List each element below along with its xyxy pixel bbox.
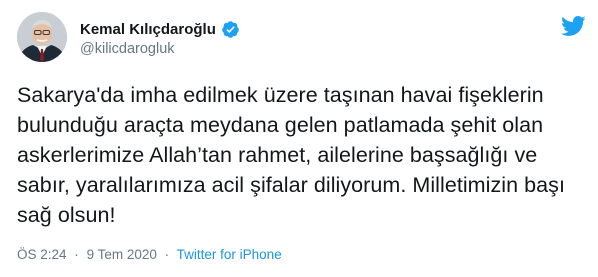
avatar[interactable] [17, 12, 67, 62]
twitter-bird-icon[interactable] [560, 15, 586, 37]
meta-separator: · [74, 247, 79, 262]
tweet-source-link[interactable]: Twitter for iPhone [177, 247, 282, 262]
tweet-card: Kemal Kılıçdaroğlu @kilicdarogluk Sakary… [0, 0, 598, 277]
tweet-date[interactable]: 9 Tem 2020 [87, 247, 157, 262]
author-info: Kemal Kılıçdaroğlu @kilicdarogluk [80, 19, 240, 57]
meta-separator: · [164, 247, 170, 262]
tweet-text: Sakarya'da imha edilmek üzere taşınan ha… [17, 83, 565, 227]
tweet-header: Kemal Kılıçdaroğlu @kilicdarogluk [17, 12, 586, 64]
author-display-name[interactable]: Kemal Kılıçdaroğlu [80, 21, 216, 38]
author-handle[interactable]: @kilicdarogluk [80, 41, 240, 57]
tweet-meta: ÖS 2:24 · 9 Tem 2020 · Twitter for iPhon… [17, 247, 282, 262]
tweet-time[interactable]: ÖS 2:24 [17, 247, 67, 262]
verified-badge-icon [221, 20, 240, 39]
